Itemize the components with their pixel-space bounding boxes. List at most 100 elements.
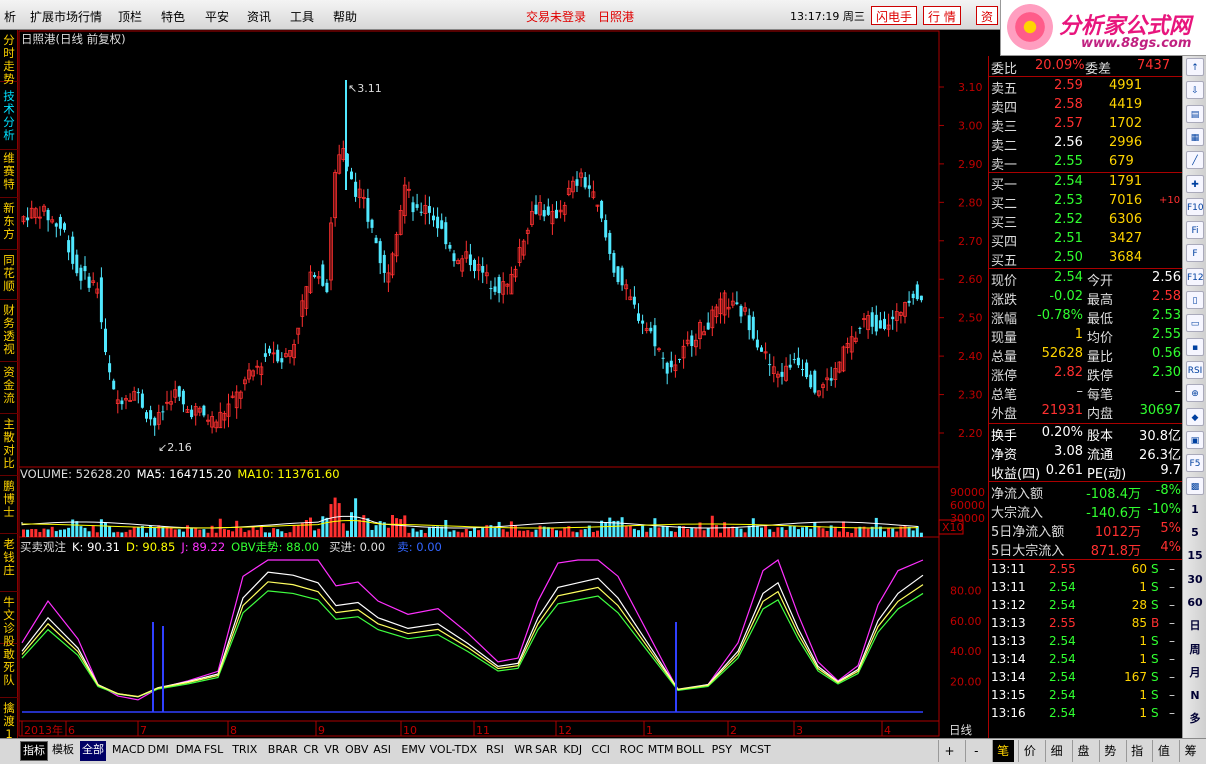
toolbar-icon-4[interactable]: ╱ bbox=[1186, 151, 1204, 170]
toolbar-icon-9[interactable]: F12 bbox=[1186, 267, 1204, 286]
panel-switch-button[interactable]: 值 bbox=[1152, 740, 1174, 762]
indicator-tab[interactable]: WR bbox=[512, 741, 535, 761]
kline-chart-area[interactable]: 3.10 3.00 2.90 2.80 2.70 2.60 2.50 2.40 2.30 2.20… bbox=[18, 30, 988, 738]
flash-trade-button[interactable]: 闪电手 bbox=[871, 6, 918, 25]
indicator-tab[interactable]: TRIX bbox=[230, 741, 259, 761]
indicator-tab[interactable]: 全部 bbox=[80, 741, 106, 761]
indicator-tab[interactable]: 模板 bbox=[50, 741, 76, 761]
period-label[interactable]: 日线 bbox=[949, 722, 972, 738]
left-tab-8[interactable]: 鹏博士 bbox=[0, 478, 18, 534]
toolbar-icon-18[interactable]: ▩ bbox=[1186, 477, 1204, 496]
left-tab-0[interactable]: 分时走势 bbox=[0, 32, 18, 86]
toolbar-icon-28[interactable]: 多 bbox=[1186, 710, 1204, 728]
left-tab-9[interactable]: 老钱庄 bbox=[0, 536, 18, 592]
menu-item[interactable]: 工具 bbox=[290, 8, 314, 25]
toolbar-icon-22[interactable]: 30 bbox=[1186, 571, 1204, 589]
toolbar-icon-23[interactable]: 60 bbox=[1186, 594, 1204, 612]
login-status[interactable]: 交易未登录 bbox=[526, 8, 586, 25]
indicator-tab[interactable]: CCI bbox=[589, 741, 612, 761]
menu-item[interactable]: 析 bbox=[4, 8, 16, 25]
left-tab-11[interactable]: 敢死队 bbox=[0, 646, 18, 698]
indicator-tab[interactable]: SAR bbox=[533, 741, 559, 761]
indicator-tab[interactable]: MTM bbox=[646, 741, 676, 761]
toolbar-icon-27[interactable]: N bbox=[1186, 687, 1204, 705]
toolbar-icon-10[interactable]: ▯ bbox=[1186, 291, 1204, 309]
toolbar-icon-13[interactable]: RSI bbox=[1186, 360, 1204, 379]
toolbar-icon-19[interactable]: 1 bbox=[1186, 501, 1204, 519]
info-button[interactable]: 资 bbox=[976, 6, 999, 25]
volume-bar bbox=[813, 522, 817, 537]
left-tab-7[interactable]: 主散对比 bbox=[0, 416, 18, 476]
toolbar-icon-25[interactable]: 周 bbox=[1186, 641, 1204, 659]
indicator-tab[interactable]: 指标 bbox=[20, 741, 48, 761]
left-tab-6[interactable]: 资金流 bbox=[0, 364, 18, 414]
toolbar-icon-1[interactable]: ⇩ bbox=[1186, 81, 1204, 100]
left-tab-1[interactable]: 技术分析 bbox=[0, 88, 18, 150]
candle-body-down bbox=[145, 412, 148, 419]
quote-button[interactable]: 行 情 bbox=[923, 6, 961, 25]
toolbar-icon-15[interactable]: ◆ bbox=[1186, 407, 1204, 426]
indicator-tab[interactable]: ASI bbox=[371, 741, 393, 761]
menu-item[interactable]: 特色 bbox=[161, 8, 185, 25]
panel-switch-button[interactable]: 指 bbox=[1125, 740, 1148, 762]
menu-item[interactable]: 平安 bbox=[205, 8, 229, 25]
toolbar-icon-26[interactable]: 月 bbox=[1186, 664, 1204, 682]
left-tab-10[interactable]: 牛文诊股 bbox=[0, 594, 18, 648]
menu-item[interactable]: 顶栏 bbox=[118, 8, 142, 25]
toolbar-icon-14[interactable]: ⊕ bbox=[1186, 384, 1204, 403]
indicator-tab[interactable]: BRAR bbox=[266, 741, 300, 761]
toolbar-icon-21[interactable]: 15 bbox=[1186, 547, 1204, 565]
toolbar-icon-20[interactable]: 5 bbox=[1186, 524, 1204, 542]
stat-value: – bbox=[1076, 384, 1084, 399]
indicator-tab[interactable]: VOL-TDX bbox=[428, 741, 480, 761]
toolbar-icon-7[interactable]: Fi bbox=[1186, 221, 1204, 240]
toolbar-icon-12[interactable]: ▪ bbox=[1186, 337, 1204, 356]
toolbar-icon-16[interactable]: ▣ bbox=[1186, 430, 1204, 449]
indicator-tab[interactable]: VR bbox=[322, 741, 341, 761]
toolbar-icon-5[interactable]: ✚ bbox=[1186, 174, 1204, 193]
indicator-tab[interactable]: MCST bbox=[738, 741, 773, 761]
toolbar-icon-3[interactable]: ▦ bbox=[1186, 127, 1204, 146]
left-tab-2[interactable]: 维赛特 bbox=[0, 150, 18, 198]
indicator-tab[interactable]: DMI bbox=[146, 741, 171, 761]
tick-side: B bbox=[1151, 616, 1160, 630]
toolbar-icon-2[interactable]: ▤ bbox=[1186, 104, 1204, 123]
toolbar-icon-6[interactable]: F10 bbox=[1186, 197, 1204, 216]
panel-switch-button[interactable]: - bbox=[964, 740, 987, 762]
panel-switch-button[interactable]: 筹 bbox=[1179, 740, 1201, 762]
indicator-tick-label: 40.00 bbox=[950, 645, 982, 658]
indicator-tab[interactable]: EMV bbox=[399, 741, 427, 761]
menu-item[interactable]: 扩展市场行情 bbox=[30, 8, 102, 25]
indicator-tab[interactable]: DMA bbox=[174, 741, 204, 761]
left-tab-12[interactable]: 擒渡1 bbox=[0, 700, 18, 741]
panel-switch-button[interactable]: 细 bbox=[1045, 740, 1067, 762]
panel-switch-button[interactable]: 盘 bbox=[1072, 740, 1094, 762]
left-tab-3[interactable]: 新东方 bbox=[0, 200, 18, 250]
indicator-tab[interactable]: OBV bbox=[343, 741, 370, 761]
left-tab-5[interactable]: 财务透视 bbox=[0, 302, 18, 362]
indicator-tab[interactable]: ROC bbox=[618, 741, 646, 761]
toolbar-icon-17[interactable]: F5 bbox=[1186, 454, 1204, 473]
panel-switch-button[interactable]: 价 bbox=[1018, 740, 1040, 762]
indicator-tab[interactable]: CR bbox=[301, 741, 320, 761]
left-tab-4[interactable]: 同花顺 bbox=[0, 252, 18, 300]
time-tick-label: 6 bbox=[68, 724, 75, 737]
flow-value: 871.8万 bbox=[1090, 544, 1141, 559]
indicator-tab[interactable]: FSL bbox=[202, 741, 225, 761]
menu-item[interactable]: 帮助 bbox=[333, 8, 357, 25]
panel-switch-button[interactable]: 笔 bbox=[991, 740, 1014, 762]
indicator-tab[interactable]: PSY bbox=[710, 741, 734, 761]
toolbar-icon-24[interactable]: 日 bbox=[1186, 617, 1204, 635]
indicator-tab[interactable]: MACD bbox=[110, 741, 147, 761]
menu-item[interactable]: 资讯 bbox=[247, 8, 271, 25]
toolbar-icon-0[interactable]: ↑ bbox=[1186, 58, 1204, 76]
candle-body-down bbox=[366, 198, 370, 222]
indicator-tab[interactable]: BOLL bbox=[674, 741, 706, 761]
panel-switch-button[interactable]: + bbox=[938, 740, 960, 762]
volume-bar bbox=[358, 519, 362, 537]
panel-switch-button[interactable]: 势 bbox=[1098, 740, 1121, 762]
toolbar-icon-11[interactable]: ▭ bbox=[1186, 314, 1204, 333]
toolbar-icon-8[interactable]: F bbox=[1186, 244, 1204, 263]
indicator-tab[interactable]: RSI bbox=[484, 741, 506, 761]
indicator-tab[interactable]: KDJ bbox=[561, 741, 584, 761]
